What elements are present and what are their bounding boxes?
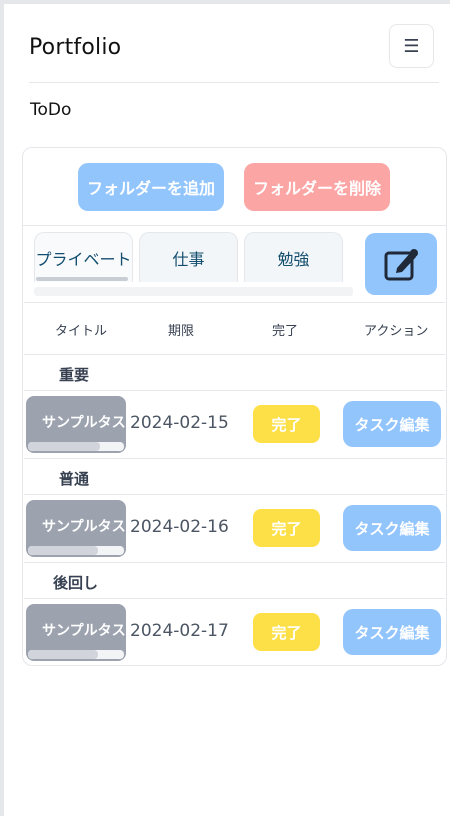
table-header: タイトル 期限 完了 アクション	[24, 303, 445, 355]
complete-button[interactable]: 完了	[253, 405, 320, 443]
group-label: 普通	[59, 470, 90, 488]
task-due-date: 2024-02-16	[130, 517, 229, 537]
complete-button[interactable]: 完了	[253, 613, 320, 651]
task-progress-fill	[28, 650, 99, 659]
column-header-title: タイトル	[55, 324, 108, 339]
task-title-chip[interactable]: サンプルタスク	[26, 604, 126, 661]
task-progress-bar	[28, 546, 124, 555]
group-row-later: 後回し	[24, 563, 445, 599]
hamburger-icon: ☰	[403, 35, 420, 57]
header-divider	[29, 82, 439, 83]
menu-toggle-button[interactable]: ☰	[389, 24, 434, 68]
edit-note-icon	[384, 249, 418, 281]
task-title: サンプルタスク	[42, 623, 126, 639]
task-progress-bar	[28, 442, 124, 451]
table-row: サンプルタスク 2024-02-16 完了 タスク編集	[24, 495, 445, 563]
tab-label: プライベート	[35, 249, 132, 269]
group-row-normal: 普通	[24, 459, 445, 495]
group-label: 重要	[59, 366, 90, 384]
task-due-date: 2024-02-17	[130, 621, 229, 641]
edit-task-button[interactable]: タスク編集	[343, 401, 441, 447]
task-due-date: 2024-02-15	[130, 413, 229, 433]
column-header-action: アクション	[364, 324, 429, 339]
page-title: ToDo	[30, 100, 72, 120]
task-title: サンプルタスク	[42, 415, 126, 431]
delete-folder-button[interactable]: フォルダーを削除	[244, 163, 390, 211]
tab-study[interactable]: 勉強	[244, 232, 343, 282]
tab-private[interactable]: プライベート	[34, 232, 133, 282]
app-frame: Portfolio ☰ ToDo フォルダーを追加 フォルダーを削除 プライベー…	[0, 0, 450, 816]
task-title-chip[interactable]: サンプルタスク	[26, 500, 126, 557]
edit-task-button[interactable]: タスク編集	[343, 505, 441, 551]
edit-task-button[interactable]: タスク編集	[343, 609, 441, 655]
column-header-done: 完了	[272, 324, 299, 339]
group-label: 後回し	[53, 574, 99, 592]
task-progress-bar	[28, 650, 124, 659]
add-folder-button[interactable]: フォルダーを追加	[78, 163, 224, 211]
tab-label: 仕事	[172, 249, 205, 269]
complete-button[interactable]: 完了	[253, 509, 320, 547]
tab-label: 勉強	[277, 249, 310, 269]
table-row: サンプルタスク 2024-02-17 完了 タスク編集	[24, 599, 445, 667]
navbar: Portfolio ☰	[26, 24, 434, 82]
todo-card: フォルダーを追加 フォルダーを削除 プライベート 仕事 勉強 タイトル 期限 完…	[22, 147, 447, 666]
tab-work[interactable]: 仕事	[139, 232, 238, 282]
task-progress-fill	[28, 442, 100, 451]
active-tab-indicator	[36, 277, 128, 281]
brand-title[interactable]: Portfolio	[29, 35, 121, 60]
folder-tabs: プライベート 仕事 勉強	[23, 226, 446, 301]
task-table: タイトル 期限 完了 アクション 重要 サンプルタスク 2024-02-15 完…	[24, 302, 445, 665]
task-title: サンプルタスク	[42, 519, 126, 535]
edit-folder-button[interactable]	[365, 233, 437, 295]
table-row: サンプルタスク 2024-02-15 完了 タスク編集	[24, 391, 445, 459]
task-title-chip[interactable]: サンプルタスク	[26, 396, 126, 453]
folder-actions: フォルダーを追加 フォルダーを削除	[23, 148, 446, 226]
task-progress-fill	[28, 546, 99, 555]
column-header-due: 期限	[168, 324, 195, 339]
tabs-scrollbar[interactable]	[34, 287, 353, 296]
group-row-important: 重要	[24, 355, 445, 391]
